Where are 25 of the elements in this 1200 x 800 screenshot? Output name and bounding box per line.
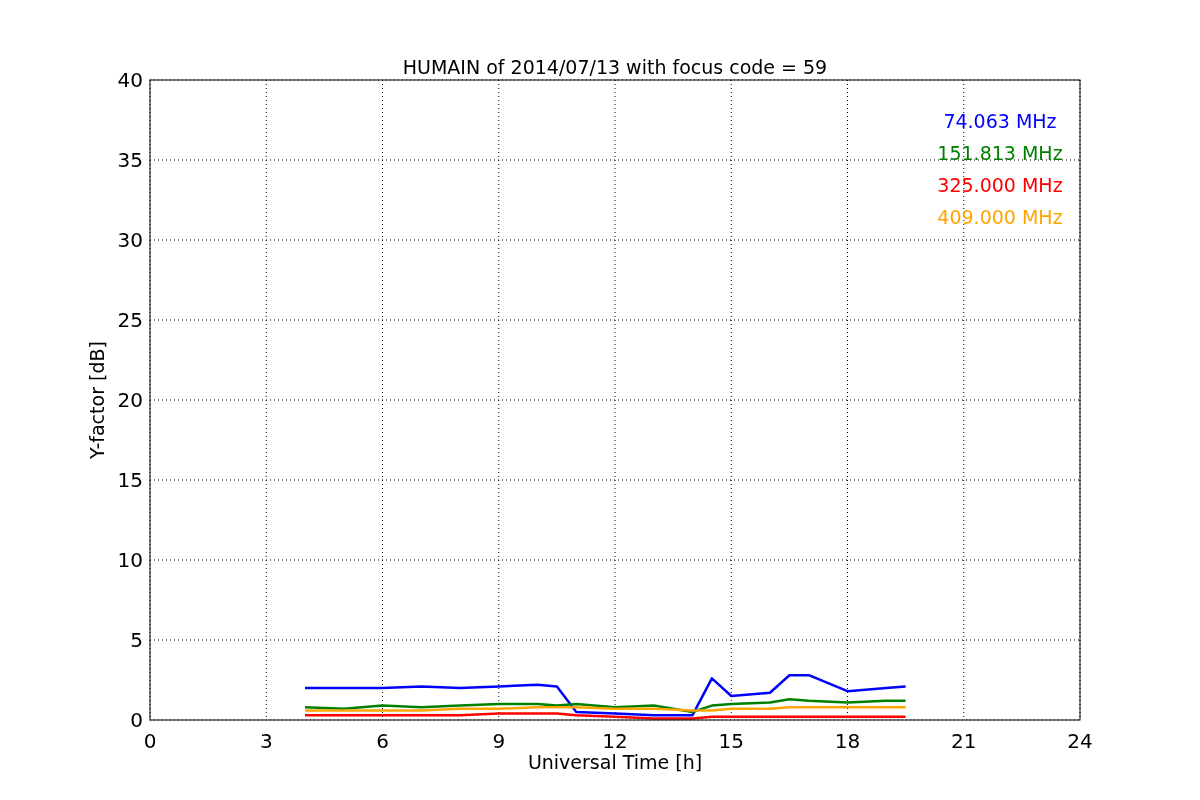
tick-label: 30 [117,228,143,252]
tick-label: 35 [117,148,143,172]
tick-label: 0 [130,708,143,732]
legend-label: 74.063 MHz [943,110,1057,132]
tick-label: 6 [376,729,389,753]
tick-label: 9 [492,729,506,753]
tick-label: 15 [117,468,143,492]
tick-label: 15 [718,729,744,753]
tick-label: 5 [130,628,143,652]
tick-label: 10 [117,548,143,572]
tick-label: 21 [951,729,977,753]
tick-label: 3 [259,729,273,753]
legend-label: 151.813 MHz [937,142,1063,164]
tick-label: 25 [117,308,143,332]
tick-label: 24 [1067,729,1093,753]
tick-label: 40 [117,68,143,92]
legend-label: 325.000 MHz [937,174,1063,196]
y-axis-label: Y-factor [dB] [86,341,108,459]
tick-label: 18 [834,729,861,753]
tick-label: 0 [143,729,157,753]
x-axis-label: Universal Time [h] [527,751,703,773]
tick-label: 20 [117,388,143,412]
tick-label: 12 [602,729,628,753]
legend-label: 409.000 MHz [937,206,1063,228]
chart-title: HUMAIN of 2014/07/13 with focus code = 59 [402,56,828,78]
